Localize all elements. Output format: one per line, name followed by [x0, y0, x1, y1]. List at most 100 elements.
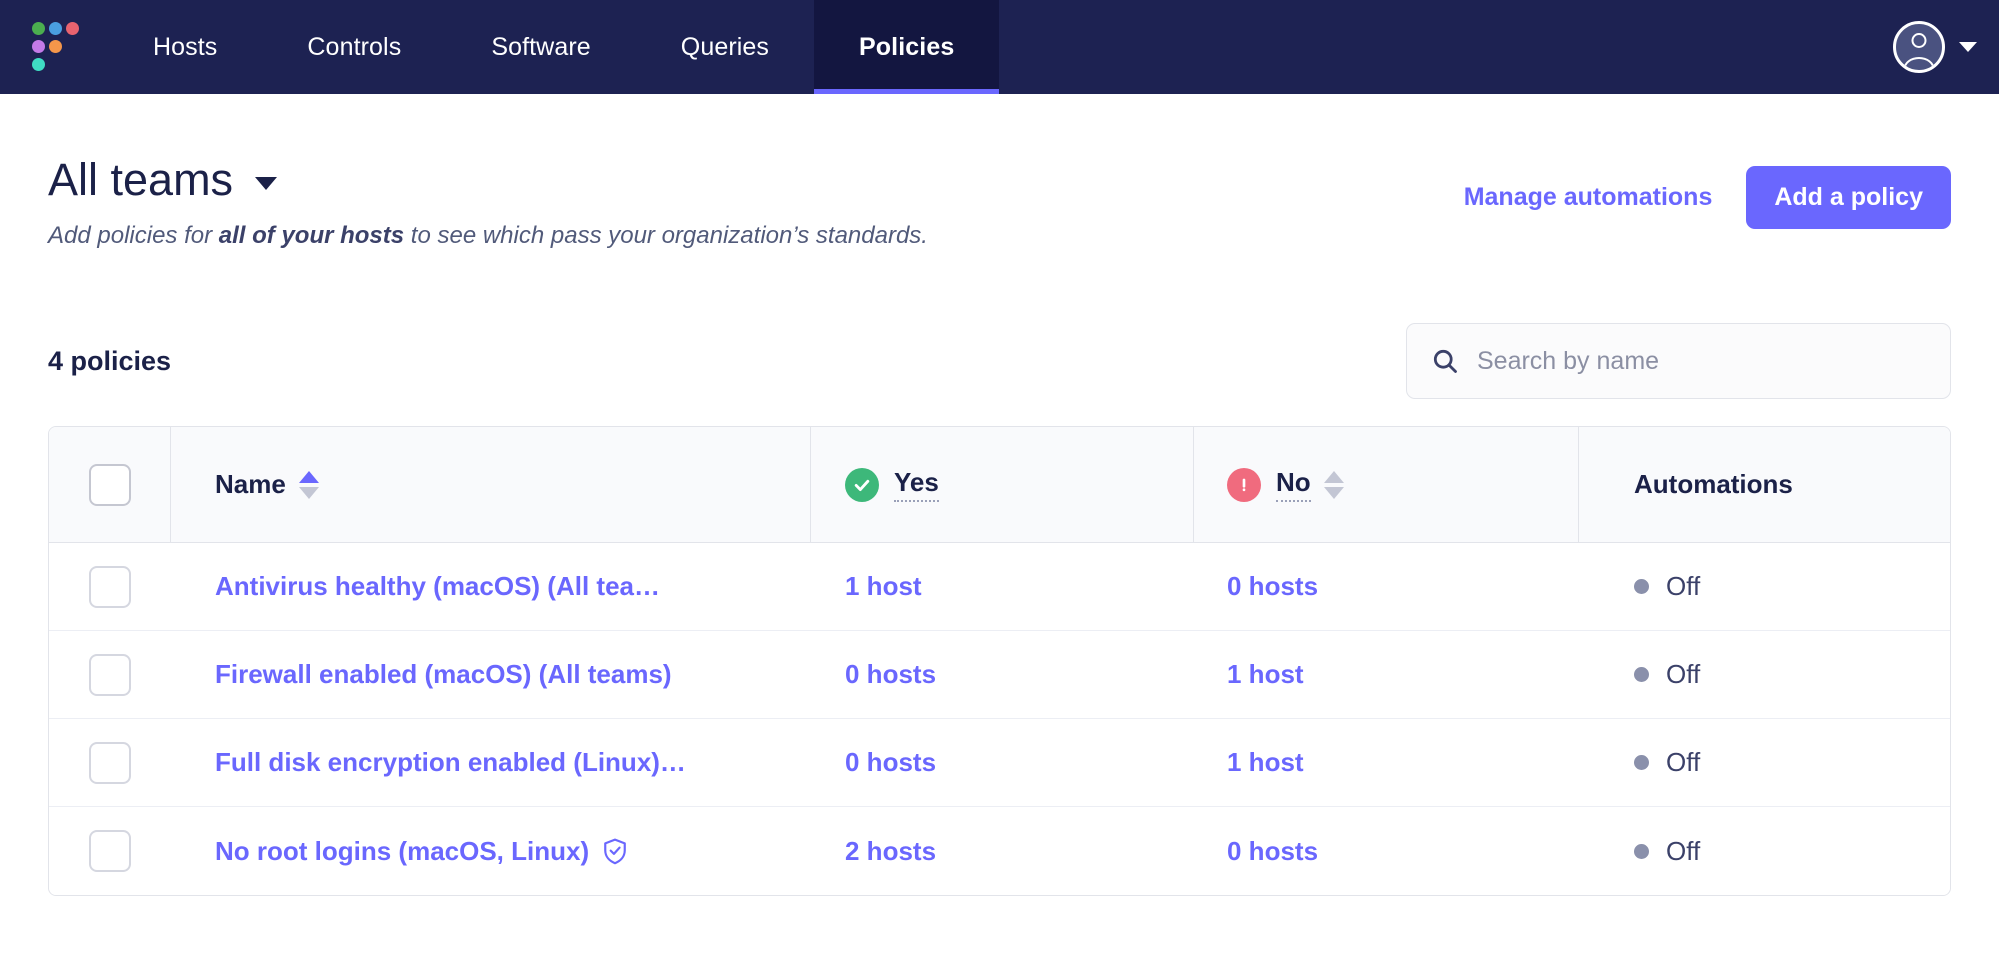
- column-label-name: Name: [215, 469, 286, 500]
- row-select-cell: [49, 807, 171, 895]
- subtitle-bold: all of your hosts: [218, 222, 405, 250]
- row-checkbox[interactable]: [89, 565, 131, 608]
- alert-circle-icon: [1227, 467, 1261, 502]
- policy-name-link[interactable]: No root logins (macOS, Linux): [215, 836, 628, 867]
- yes-hosts-link[interactable]: 1 host: [845, 571, 922, 602]
- policy-name-text: Full disk encryption enabled (Linux)…: [215, 747, 686, 778]
- yes-hosts-link[interactable]: 0 hosts: [845, 659, 936, 690]
- nav-item-hosts[interactable]: Hosts: [108, 0, 262, 94]
- policies-table: Name Yes No Automations Antivirus health…: [48, 426, 1951, 897]
- cell-policy-name: No root logins (macOS, Linux): [171, 807, 811, 895]
- cell-policy-name: Antivirus healthy (macOS) (All tea…: [171, 543, 811, 630]
- nav-item-policies[interactable]: Policies: [814, 0, 1000, 94]
- logo-dot-blue: [49, 22, 62, 35]
- policy-count-label: 4 policies: [48, 345, 172, 376]
- table-row[interactable]: Firewall enabled (macOS) (All teams) 0 h…: [49, 631, 1950, 720]
- search-box[interactable]: [1406, 323, 1951, 400]
- check-circle-icon: [845, 467, 879, 502]
- page-content: All teams Add policies for all of your h…: [0, 94, 1999, 897]
- logo-dot-orange: [49, 40, 62, 53]
- logo-dot-purple: [32, 40, 45, 53]
- automations-status: Off: [1634, 571, 1700, 602]
- fleet-logo: [32, 22, 79, 72]
- yes-hosts-link[interactable]: 0 hosts: [845, 747, 936, 778]
- user-menu-button[interactable]: [1893, 0, 1999, 94]
- chevron-down-icon: [1959, 42, 1977, 52]
- column-label-automations: Automations: [1634, 469, 1793, 500]
- team-selector[interactable]: All teams: [48, 156, 928, 203]
- row-checkbox[interactable]: [89, 741, 131, 784]
- table-toolbar: 4 policies: [48, 323, 1951, 400]
- table-row[interactable]: Antivirus healthy (macOS) (All tea… 1 ho…: [49, 543, 1950, 632]
- column-label-yes: Yes: [894, 467, 939, 503]
- search-icon: [1433, 350, 1457, 374]
- automations-status-label: Off: [1666, 659, 1701, 690]
- cell-policy-name: Firewall enabled (macOS) (All teams): [171, 631, 811, 718]
- search-input[interactable]: [1477, 346, 1926, 376]
- policy-name-link[interactable]: Antivirus healthy (macOS) (All tea…: [215, 571, 660, 602]
- cell-yes-count: 1 host: [811, 543, 1194, 630]
- column-header-name[interactable]: Name: [171, 427, 811, 543]
- title-block: All teams Add policies for all of your h…: [48, 156, 928, 251]
- table-header-row: Name Yes No Automations: [49, 427, 1950, 544]
- status-dot-icon: [1634, 843, 1649, 859]
- column-header-automations: Automations: [1579, 427, 1950, 542]
- select-all-checkbox[interactable]: [88, 463, 131, 506]
- nav-item-controls[interactable]: Controls: [262, 0, 446, 94]
- nav-items: Hosts Controls Software Queries Policies: [108, 0, 1000, 94]
- table-row[interactable]: Full disk encryption enabled (Linux)… 0 …: [49, 719, 1950, 808]
- cell-automations: Off: [1579, 543, 1950, 630]
- cell-automations: Off: [1579, 807, 1950, 895]
- no-hosts-link[interactable]: 1 host: [1227, 659, 1304, 690]
- automations-status-label: Off: [1666, 835, 1701, 866]
- sort-control-no[interactable]: [1323, 470, 1344, 499]
- sort-descending-icon: [1323, 486, 1344, 499]
- select-all-cell: [49, 427, 171, 543]
- add-policy-button[interactable]: Add a policy: [1746, 166, 1951, 229]
- sort-ascending-icon: [1323, 470, 1344, 483]
- header-actions: Manage automations Add a policy: [1464, 156, 1951, 229]
- automations-status-label: Off: [1666, 571, 1701, 602]
- top-navigation-bar: Hosts Controls Software Queries Policies: [0, 0, 1999, 94]
- sort-control-name[interactable]: [298, 470, 319, 499]
- status-dot-icon: [1634, 667, 1649, 683]
- column-header-yes[interactable]: Yes: [811, 427, 1194, 543]
- column-header-no[interactable]: No: [1194, 427, 1579, 543]
- row-checkbox[interactable]: [89, 830, 131, 873]
- policy-name-text: Antivirus healthy (macOS) (All tea…: [215, 571, 660, 602]
- automations-status: Off: [1634, 836, 1700, 867]
- cell-yes-count: 2 hosts: [811, 807, 1194, 895]
- no-hosts-link[interactable]: 0 hosts: [1227, 571, 1318, 602]
- subtitle-pre: Add policies for: [48, 222, 219, 250]
- policy-name-link[interactable]: Full disk encryption enabled (Linux)…: [215, 747, 686, 778]
- logo-dot-teal: [32, 58, 45, 71]
- policy-name-link[interactable]: Firewall enabled (macOS) (All teams): [215, 659, 672, 690]
- automations-status: Off: [1634, 747, 1700, 778]
- manage-automations-button[interactable]: Manage automations: [1464, 183, 1713, 212]
- policy-name-text: No root logins (macOS, Linux): [215, 835, 590, 866]
- cell-automations: Off: [1579, 719, 1950, 806]
- logo-dot-red: [66, 22, 79, 35]
- page-header: All teams Add policies for all of your h…: [48, 94, 1951, 251]
- yes-hosts-link[interactable]: 2 hosts: [845, 836, 936, 867]
- row-select-cell: [49, 543, 171, 630]
- fleet-logo-button[interactable]: [0, 0, 108, 94]
- column-label-no: No: [1276, 467, 1311, 503]
- table-row[interactable]: No root logins (macOS, Linux) 2 hosts 0 …: [49, 807, 1950, 896]
- user-avatar-icon: [1893, 21, 1945, 73]
- cell-no-count: 1 host: [1194, 631, 1579, 718]
- status-dot-icon: [1634, 755, 1649, 771]
- shield-check-icon: [604, 838, 626, 865]
- no-hosts-link[interactable]: 1 host: [1227, 747, 1304, 778]
- row-select-cell: [49, 631, 171, 718]
- row-checkbox[interactable]: [89, 653, 131, 696]
- chevron-down-icon: [255, 177, 278, 191]
- cell-no-count: 0 hosts: [1194, 543, 1579, 630]
- cell-policy-name: Full disk encryption enabled (Linux)…: [171, 719, 811, 806]
- subtitle-post: to see which pass your organization’s st…: [404, 222, 928, 250]
- page-subtitle: Add policies for all of your hosts to se…: [48, 220, 928, 251]
- no-hosts-link[interactable]: 0 hosts: [1227, 836, 1318, 867]
- nav-item-software[interactable]: Software: [446, 0, 635, 94]
- nav-item-queries[interactable]: Queries: [636, 0, 814, 94]
